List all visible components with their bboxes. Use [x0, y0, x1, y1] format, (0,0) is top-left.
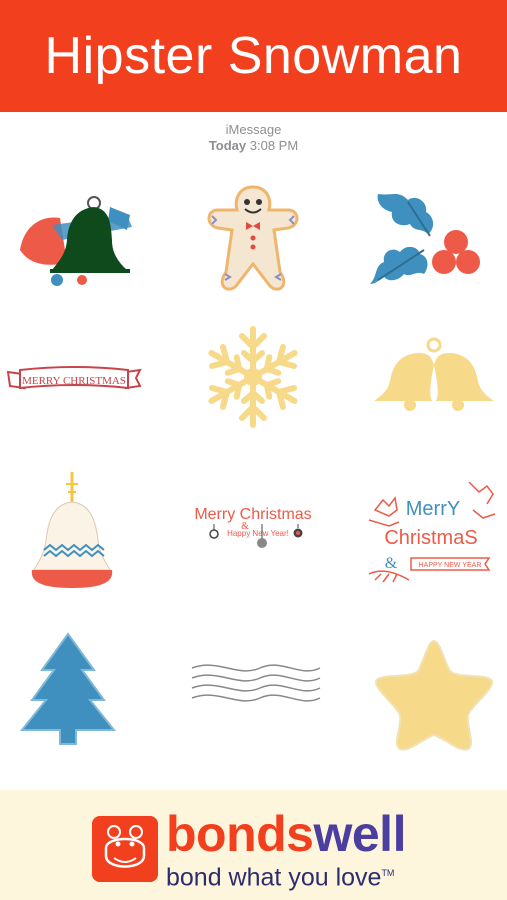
time-label: 3:08 PM — [249, 138, 299, 153]
brand-part2: well — [313, 806, 406, 862]
brand-name: bondswell — [166, 808, 406, 860]
service-label: iMessage — [225, 122, 282, 137]
sticker-merry: MerrY — [406, 498, 460, 520]
holly-sticker[interactable] — [368, 184, 488, 299]
snowflake-sticker[interactable] — [198, 320, 308, 435]
merry-christmas-happy-new-year-sticker[interactable]: Merry Christmas & Happy New Year! — [182, 498, 324, 558]
sticker-line1: Merry Christmas — [194, 506, 311, 523]
day-label: Today — [208, 138, 247, 153]
sticker-grid: MERRY CHRISTMAS Merry Christmas & Happy … — [0, 170, 507, 770]
tree-sticker[interactable] — [18, 630, 118, 750]
brand-tagline: bond what you loveTM — [166, 859, 394, 891]
star-sticker[interactable] — [370, 635, 498, 753]
message-timestamp: iMessage Today 3:08 PM — [0, 122, 507, 154]
merry-christmas-ribbon-sticker[interactable]: MERRY CHRISTMAS — [6, 360, 142, 400]
sticker-amp: & — [385, 555, 398, 572]
gingerbread-sticker[interactable] — [198, 182, 308, 302]
yellow-bells-sticker[interactable] — [370, 335, 498, 415]
sticker-line2: Happy New Year! — [227, 529, 289, 538]
trademark-mark: TM — [381, 868, 395, 878]
footer-banner: bondswell bond what you loveTM — [0, 790, 507, 900]
sticker-ribbon: HAPPY NEW YEAR — [419, 562, 482, 569]
ribbon-text: MERRY CHRISTMAS — [22, 375, 126, 387]
hippo-logo-icon — [92, 816, 158, 882]
tagline-text: bond what you love — [166, 863, 382, 892]
merry-christmas-deer-sticker[interactable]: MerrY ChristmaS & HAPPY NEW YEAR — [365, 470, 503, 592]
brand-part1: bonds — [166, 806, 314, 862]
bell-ornament-sticker[interactable] — [30, 470, 115, 595]
app-title: Hipster Snowman — [44, 27, 463, 85]
bells-sticker[interactable] — [12, 185, 137, 290]
wavy-lines-sticker[interactable] — [188, 658, 324, 710]
sticker-christmas: ChristmaS — [384, 527, 477, 549]
app-header: Hipster Snowman — [0, 0, 507, 112]
